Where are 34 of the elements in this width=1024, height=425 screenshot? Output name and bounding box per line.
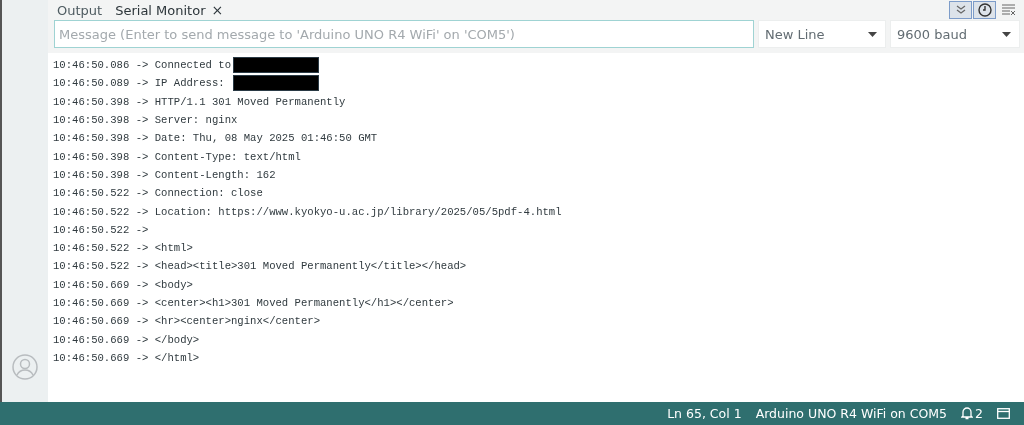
baud-dropdown[interactable]: 9600 baud xyxy=(890,20,1020,48)
clock-icon xyxy=(977,3,992,17)
line-ending-dropdown[interactable]: New Line xyxy=(758,20,886,48)
notification-count[interactable]: 2 xyxy=(975,406,983,421)
log-line: 10:46:50.522 -> <head><title>301 Moved Permanently</title></head> xyxy=(53,260,467,273)
log-line: 10:46:50.669 -> </html> xyxy=(53,351,200,364)
log-line: 10:46:50.398 -> Server: nginx xyxy=(53,114,238,127)
log-line: 10:46:50.398 -> Content-Type: text/html xyxy=(53,150,301,163)
toolbar-button[interactable] xyxy=(973,1,996,19)
clear-list-icon xyxy=(1001,4,1016,16)
bell-icon[interactable] xyxy=(961,407,974,420)
tab[interactable]: Serial Monitor × xyxy=(112,2,234,18)
log-line: 10:46:50.398 -> Date: Thu, 08 May 2025 01:46:50 GMT xyxy=(53,132,378,145)
log-line: 10:46:50.669 -> <body> xyxy=(53,278,193,291)
double-chevron-icon xyxy=(955,5,966,15)
log-line: 10:46:50.522 -> Connection: close xyxy=(53,187,263,200)
cursor-position[interactable]: Ln 65, Col 1 xyxy=(667,406,742,421)
caret-icon xyxy=(868,31,877,37)
log-line: 10:46:50.522 -> Location: https://www.kyokyo-u.ac.jp/library/2025/05/5pdf-4.html xyxy=(53,205,562,218)
log-line: 10:46:50.669 -> <center><h1>301 Moved Permanently</h1></center> xyxy=(53,297,454,309)
message-field[interactable]: Message (Enter to send message to 'Arduino UNO R4 WiFi' on 'COM5') xyxy=(54,20,754,48)
log-line: 10:46:50.522 -> xyxy=(53,223,149,236)
close-icon[interactable]: × xyxy=(211,2,224,18)
board-status[interactable]: Arduino UNO R4 WiFi on COM5 xyxy=(755,406,948,421)
panel-icon[interactable] xyxy=(997,408,1010,419)
log-line: 10:46:50.089 -> IP Address: xyxy=(53,77,226,90)
log-line: 10:46:50.086 -> Connected to xyxy=(53,59,231,72)
tab[interactable]: Output xyxy=(54,2,113,18)
log-line: 10:46:50.522 -> <html> xyxy=(53,242,193,255)
log-line: 10:46:50.669 -> <hr><center>nginx</center> xyxy=(53,315,320,328)
caret-icon xyxy=(1002,31,1011,37)
log-line: 10:46:50.398 -> Content-Length: 162 xyxy=(53,168,276,181)
log-line: 10:46:50.398 -> HTTP/1.1 301 Moved Permanently xyxy=(53,95,346,108)
log-line: 10:46:50.669 -> </body> xyxy=(53,333,200,346)
